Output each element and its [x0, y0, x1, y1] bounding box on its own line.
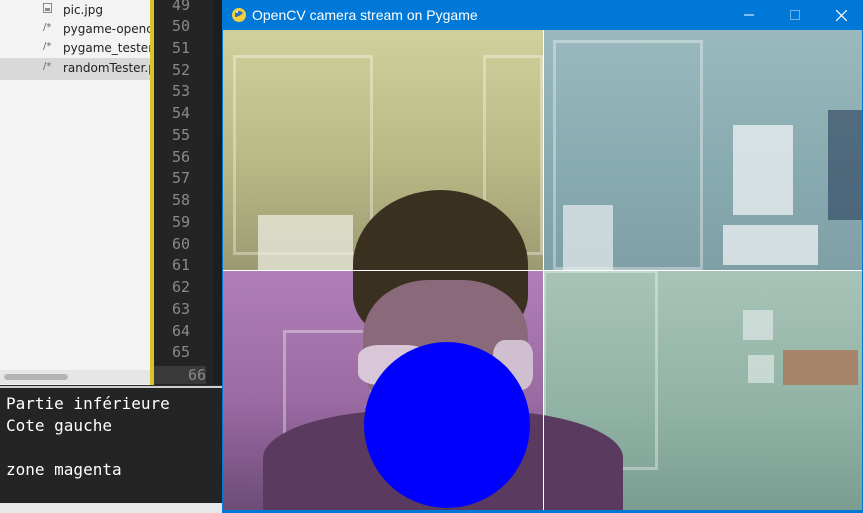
window-titlebar[interactable]: OpenCV camera stream on Pygame	[222, 0, 863, 30]
notice-paper	[733, 125, 793, 215]
wall-decoration	[828, 110, 862, 220]
accessibility-sign	[563, 205, 613, 270]
line-number: 61	[171, 256, 190, 274]
pygame-snake-icon	[232, 8, 246, 22]
console-line: zone magenta	[6, 460, 122, 479]
explorer-horizontal-scrollbar[interactable]	[0, 370, 152, 384]
fire-alarm-box	[783, 350, 858, 385]
window-title: OpenCV camera stream on Pygame	[252, 7, 478, 23]
line-number: 58	[171, 191, 190, 209]
status-strip	[0, 503, 222, 513]
python-file-icon: /*	[43, 41, 52, 52]
line-number: 53	[171, 82, 190, 100]
file-item-random-tester[interactable]: /* randomTester.py	[0, 58, 152, 80]
file-explorer: pic.jpg /* pygame-opencv_ /* pygame_test…	[0, 0, 152, 385]
line-number-gutter: 49 50 51 52 53 54 55 56 57 58 59 60 61 6…	[154, 0, 214, 385]
line-number: 50	[171, 17, 190, 35]
line-number: 54	[171, 104, 190, 122]
close-button[interactable]	[818, 0, 863, 30]
line-number: 59	[171, 213, 190, 231]
python-file-icon: /*	[43, 22, 52, 33]
console-output: Partie inférieure Cote gauche zone magen…	[0, 386, 222, 505]
line-number: 51	[171, 39, 190, 57]
wall-poster	[258, 215, 353, 270]
line-number: 55	[171, 126, 190, 144]
console-line: Cote gauche	[6, 416, 112, 435]
notice-paper	[723, 225, 818, 265]
console-line: Partie inférieure	[6, 394, 170, 413]
maximize-icon	[790, 10, 800, 20]
line-number: 64	[171, 322, 190, 340]
minimize-icon	[744, 14, 754, 16]
quadrant-top-right-cyan	[543, 30, 862, 270]
wall-switch	[743, 310, 773, 340]
line-number: 60	[171, 235, 190, 253]
file-name: pygame-opencv_	[63, 22, 152, 36]
blue-circle-marker	[364, 342, 530, 508]
close-icon	[835, 9, 847, 21]
line-number: 57	[171, 169, 190, 187]
file-name: randomTester.py	[63, 61, 152, 75]
wall-outlet	[748, 355, 774, 383]
line-number: 49	[171, 0, 190, 14]
camera-stream-canvas	[223, 30, 862, 510]
file-name: pic.jpg	[63, 3, 103, 17]
pygame-window: OpenCV camera stream on Pygame	[222, 0, 863, 513]
file-name: pygame_tester.py	[63, 41, 152, 55]
line-number: 65	[171, 343, 190, 361]
file-item-pygame-tester[interactable]: /* pygame_tester.py	[0, 38, 152, 60]
python-file-icon: /*	[43, 61, 52, 72]
line-number: 56	[171, 148, 190, 166]
maximize-button[interactable]	[772, 0, 818, 30]
line-number: 52	[171, 61, 190, 79]
grid-line-vertical	[543, 30, 544, 510]
line-number-current: 66	[154, 366, 206, 384]
scrollbar-thumb[interactable]	[4, 374, 68, 380]
image-file-icon	[43, 3, 52, 13]
line-number: 62	[171, 278, 190, 296]
minimize-button[interactable]	[726, 0, 772, 30]
line-number: 63	[171, 300, 190, 318]
